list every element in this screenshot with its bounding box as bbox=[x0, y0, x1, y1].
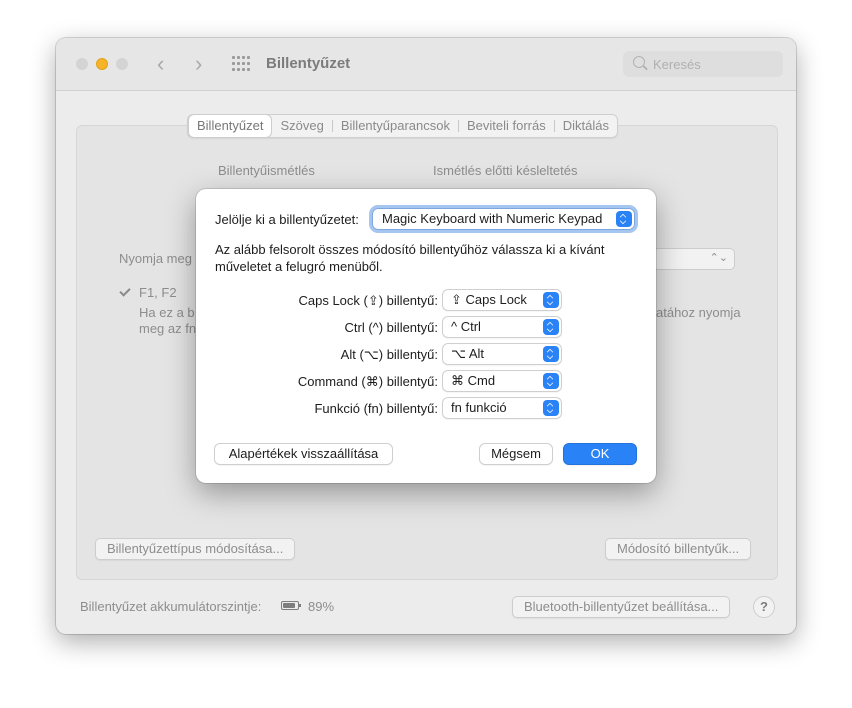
battery-level-label: Billentyűzet akkumulátorszintje: bbox=[80, 599, 262, 614]
fn-key-label: Funkció (fn) billentyű: bbox=[314, 401, 438, 416]
chevron-updown-icon: ⌃⌄ bbox=[709, 252, 728, 264]
search-field[interactable]: Keresés bbox=[623, 51, 783, 77]
keyboard-select-value: Magic Keyboard with Numeric Keypad bbox=[382, 211, 603, 226]
cancel-button[interactable]: Mégsem bbox=[480, 444, 552, 464]
caps-lock-key-label: Caps Lock (⇪) billentyű: bbox=[298, 293, 438, 308]
tab-beviteli-forras[interactable]: Beviteli forrás bbox=[459, 115, 554, 137]
chevron-updown-icon bbox=[543, 292, 559, 308]
ctrl-key-label: Ctrl (^) billentyű: bbox=[344, 320, 438, 335]
ctrl-key-value: ^ Ctrl bbox=[451, 319, 481, 334]
fn-keys-description-right: atához nyomja bbox=[656, 305, 741, 320]
ctrl-key-popup[interactable]: ^ Ctrl bbox=[443, 317, 561, 337]
fn-key-value: fn funkció bbox=[451, 400, 507, 415]
search-placeholder: Keresés bbox=[653, 57, 701, 72]
command-key-popup[interactable]: ⌘ Cmd bbox=[443, 371, 561, 391]
title-bar: ‹ › Billentyűzet Keresés bbox=[56, 38, 796, 91]
fn-keys-description-line1: Ha ez a b bbox=[139, 305, 195, 320]
press-key-label: Nyomja meg bbox=[119, 251, 192, 266]
tab-szoveg[interactable]: Szöveg bbox=[272, 115, 331, 137]
battery-level-value: 89% bbox=[308, 599, 335, 614]
zoom-window-button[interactable] bbox=[116, 58, 128, 70]
search-icon bbox=[633, 56, 645, 68]
modifier-keys-button[interactable]: Módosító billentyűk... bbox=[605, 538, 752, 560]
tab-billentyuzet[interactable]: Billentyűzet bbox=[189, 115, 272, 137]
restore-defaults-button[interactable]: Alapértékek visszaállítása bbox=[215, 444, 392, 464]
alt-key-label: Alt (⌥) billentyű: bbox=[340, 347, 438, 362]
fn-keys-checkbox[interactable] bbox=[119, 286, 131, 298]
select-keyboard-label: Jelölje ki a billentyűzetet: bbox=[215, 212, 359, 227]
close-window-button[interactable] bbox=[76, 58, 88, 70]
back-chevron-icon[interactable]: ‹ bbox=[157, 51, 164, 77]
forward-chevron-icon[interactable]: › bbox=[195, 51, 202, 77]
chevron-updown-icon bbox=[543, 373, 559, 389]
chevron-updown-icon bbox=[543, 400, 559, 416]
ok-button[interactable]: OK bbox=[564, 444, 636, 464]
key-repeat-label: Billentyűismétlés bbox=[218, 163, 315, 178]
alt-key-value: ⌥ Alt bbox=[451, 346, 485, 361]
caps-lock-key-value: ⇪ Caps Lock bbox=[451, 292, 527, 307]
keyboard-select-chevron-icon bbox=[616, 211, 632, 227]
modifier-keys-dialog: Jelölje ki a billentyűzetet: Magic Keybo… bbox=[196, 189, 656, 483]
help-button[interactable]: ? bbox=[753, 596, 775, 618]
tab-diktalas[interactable]: Diktálás bbox=[555, 115, 617, 137]
window-title: Billentyűzet bbox=[266, 55, 351, 72]
show-all-grid-icon[interactable] bbox=[232, 56, 252, 72]
minimize-window-button[interactable] bbox=[96, 58, 108, 70]
delay-until-repeat-label: Ismétlés előtti késleltetés bbox=[433, 163, 578, 178]
caps-lock-key-popup[interactable]: ⇪ Caps Lock bbox=[443, 290, 561, 310]
instructions-line2: műveletet a felugró menüből. bbox=[215, 259, 383, 274]
chevron-updown-icon bbox=[543, 346, 559, 362]
bluetooth-keyboard-setup-button[interactable]: Bluetooth-billentyűzet beállítása... bbox=[512, 596, 731, 618]
background-popup[interactable]: ⌃⌄ bbox=[653, 248, 735, 270]
tab-bar: Billentyűzet Szöveg Billentyűparancsok B… bbox=[187, 114, 618, 138]
fn-keys-description-line2: meg az fn bbox=[139, 321, 197, 336]
fn-keys-checkbox-label: F1, F2 bbox=[139, 285, 177, 300]
fn-key-popup[interactable]: fn funkció bbox=[443, 398, 561, 418]
change-keyboard-type-button[interactable]: Billentyűzettípus módosítása... bbox=[95, 538, 296, 560]
alt-key-popup[interactable]: ⌥ Alt bbox=[443, 344, 561, 364]
keyboard-select[interactable]: Magic Keyboard with Numeric Keypad bbox=[372, 208, 635, 230]
instructions-line1: Az alább felsorolt összes módosító bille… bbox=[215, 242, 605, 257]
tab-billentyuparancsok[interactable]: Billentyűparancsok bbox=[333, 115, 458, 137]
command-key-label: Command (⌘) billentyű: bbox=[297, 374, 438, 389]
chevron-updown-icon bbox=[543, 319, 559, 335]
command-key-value: ⌘ Cmd bbox=[451, 373, 496, 388]
battery-icon bbox=[281, 601, 301, 610]
